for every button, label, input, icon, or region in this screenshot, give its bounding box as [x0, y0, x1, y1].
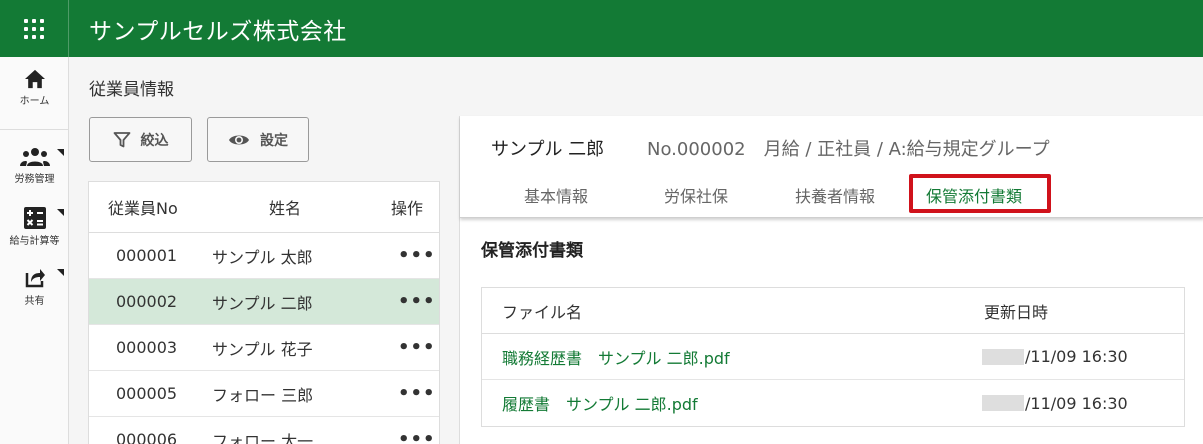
employee-name: サンプル 二郎: [212, 293, 313, 313]
page-title: 従業員情報: [89, 80, 174, 100]
company-name: サンプルセルズ株式会社: [89, 19, 347, 45]
file-updated: /11/09 16:30: [982, 334, 1128, 379]
employee-name: フォロー 太一: [212, 431, 314, 444]
column-header-file-name: ファイル名: [502, 302, 583, 322]
employee-meta: No.000002 月給 / 正社員 / A:給与規定グループ: [647, 139, 1050, 160]
employee-no: 000005: [116, 384, 178, 403]
more-actions-icon[interactable]: •••: [398, 371, 436, 416]
expand-triangle-icon: [57, 209, 64, 216]
attachments-table: ファイル名 更新日時 職務経歴書 サンプル 二郎.pdf /11/09 16:3…: [481, 287, 1185, 427]
attachments-table-header: ファイル名 更新日時: [482, 288, 1184, 334]
column-header-updated: 更新日時: [984, 302, 1049, 322]
employee-row[interactable]: 000001 サンプル 太郎 •••: [89, 233, 439, 279]
calculator-icon: [23, 207, 46, 229]
column-header-name[interactable]: 姓名: [269, 182, 301, 232]
tab-basic-info[interactable]: 基本情報: [524, 183, 588, 207]
employee-row[interactable]: 000003 サンプル 花子 •••: [89, 325, 439, 371]
nav-item-payroll[interactable]: 給与計算等: [0, 207, 69, 247]
employee-name-heading: サンプル 二郎: [491, 139, 605, 160]
settings-button-label: 設定: [260, 132, 288, 149]
employee-name: フォロー 三郎: [212, 385, 314, 405]
more-actions-icon[interactable]: •••: [398, 417, 436, 444]
employee-no: 000003: [116, 338, 178, 357]
nav-item-home[interactable]: ホーム: [0, 69, 69, 107]
section-title: 保管添付書類: [481, 241, 583, 261]
people-icon: [19, 148, 50, 166]
nav-divider: [0, 129, 69, 130]
file-updated-value: /11/09 16:30: [1025, 393, 1128, 413]
file-row: 履歴書 サンプル 二郎.pdf /11/09 16:30: [482, 380, 1184, 426]
filter-button-label: 絞込: [140, 132, 169, 149]
column-header-employee-no[interactable]: 従業員No: [108, 182, 178, 232]
file-link[interactable]: 職務経歴書 サンプル 二郎.pdf: [502, 334, 730, 379]
employee-row[interactable]: 000006 フォロー 太一 •••: [89, 417, 439, 444]
column-header-actions: 操作: [391, 199, 424, 218]
employee-no: 000001: [116, 246, 178, 265]
employee-name: サンプル 花子: [212, 339, 313, 359]
employee-list-header: 従業員No 姓名 操作: [89, 182, 439, 233]
settings-button[interactable]: 設定: [207, 117, 309, 162]
file-updated: /11/09 16:30: [982, 380, 1128, 426]
home-icon: [24, 69, 45, 89]
expand-triangle-icon: [57, 269, 64, 276]
top-bar: サンプルセルズ株式会社: [0, 0, 1203, 57]
tab-attachments[interactable]: 保管添付書類: [926, 183, 1022, 207]
side-nav: ホーム 労務管理 給与計算等 共有: [0, 57, 69, 444]
detail-header: サンプル 二郎 No.000002 月給 / 正社員 / A:給与規定グループ …: [460, 116, 1203, 218]
nav-item-label: 共有: [24, 296, 45, 307]
eye-icon: [229, 135, 249, 144]
file-row: 職務経歴書 サンプル 二郎.pdf /11/09 16:30: [482, 334, 1184, 380]
nav-item-label: 給与計算等: [9, 236, 60, 247]
more-actions-icon[interactable]: •••: [398, 233, 436, 278]
employee-no: 000002: [116, 292, 178, 311]
apps-menu-button[interactable]: [0, 0, 69, 57]
employee-no: 000006: [116, 430, 178, 444]
more-actions-icon[interactable]: •••: [398, 279, 436, 324]
file-updated-value: /11/09 16:30: [1025, 347, 1128, 366]
file-link[interactable]: 履歴書 サンプル 二郎.pdf: [502, 380, 698, 426]
employee-name: サンプル 太郎: [212, 247, 313, 267]
nav-item-label: 労務管理: [14, 174, 55, 185]
filter-button[interactable]: 絞込: [89, 117, 192, 162]
nav-item-labor[interactable]: 労務管理: [0, 147, 69, 185]
redacted-year: [982, 395, 1024, 411]
expand-triangle-icon: [57, 149, 64, 156]
employee-detail-panel: サンプル 二郎 No.000002 月給 / 正社員 / A:給与規定グループ …: [459, 116, 1203, 444]
employee-row[interactable]: 000005 フォロー 三郎 •••: [89, 371, 439, 417]
nav-item-label: ホーム: [19, 96, 50, 107]
nav-item-share[interactable]: 共有: [0, 267, 69, 307]
tab-insurance[interactable]: 労保社保: [664, 183, 728, 207]
more-actions-icon[interactable]: •••: [398, 325, 436, 370]
tab-dependents[interactable]: 扶養者情報: [795, 183, 875, 207]
employee-row-selected[interactable]: 000002 サンプル 二郎 •••: [89, 279, 439, 325]
redacted-year: [982, 348, 1024, 365]
grid-icon: [24, 18, 44, 39]
share-icon: [25, 269, 45, 288]
filter-icon: [113, 131, 130, 147]
employee-list: 従業員No 姓名 操作 000001 サンプル 太郎 ••• 000002 サン…: [88, 181, 440, 444]
